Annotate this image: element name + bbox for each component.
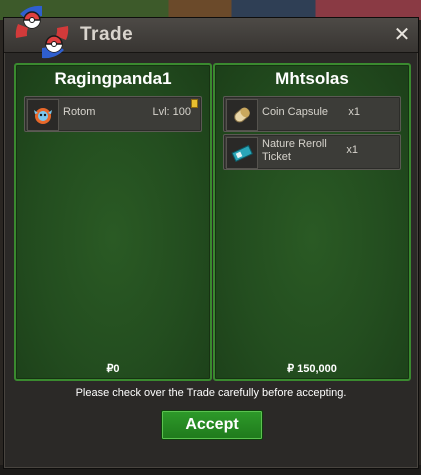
pokeball-logo-icon — [15, 5, 69, 59]
item-name: Nature Reroll Ticket — [262, 138, 327, 163]
right-trade-panel: Mhtsolas Coin Capsule x1 Nature Reroll T… — [213, 63, 411, 381]
trade-item-rotom[interactable]: Rotom Lvl: 100 — [24, 96, 202, 132]
gender-badge-icon — [191, 99, 198, 108]
ticket-icon — [226, 137, 258, 169]
left-money: ₽0 — [106, 363, 120, 375]
left-player-name: Ragingpanda1 — [54, 69, 172, 88]
close-button[interactable]: ✕ — [392, 24, 412, 44]
item-quantity: x1 — [348, 106, 360, 118]
coin-capsule-icon — [226, 99, 258, 131]
trade-item-coin-capsule[interactable]: Coin Capsule x1 — [223, 96, 401, 132]
left-trade-panel: Ragingpanda1 Rotom Lvl: 100 ₽0 — [14, 63, 212, 381]
rotom-icon — [27, 99, 59, 131]
trade-notice: Please check over the Trade carefully be… — [75, 387, 347, 399]
item-quantity: x1 — [346, 144, 358, 156]
right-player-name: Mhtsolas — [275, 69, 349, 88]
accept-button[interactable]: Accept — [161, 410, 263, 440]
trade-window: Trade ✕ Ragingpanda1 Rotom Lvl: 100 ₽0 M… — [3, 5, 419, 469]
item-name: Rotom — [63, 106, 96, 118]
right-money: ₽ 150,000 — [287, 363, 337, 375]
item-level: Lvl: 100 — [152, 106, 191, 118]
trade-item-nature-reroll-ticket[interactable]: Nature Reroll Ticket x1 — [223, 134, 401, 170]
window-title: Trade — [80, 24, 134, 45]
title-bar[interactable]: Trade ✕ — [4, 5, 418, 59]
item-name: Coin Capsule — [262, 106, 329, 118]
